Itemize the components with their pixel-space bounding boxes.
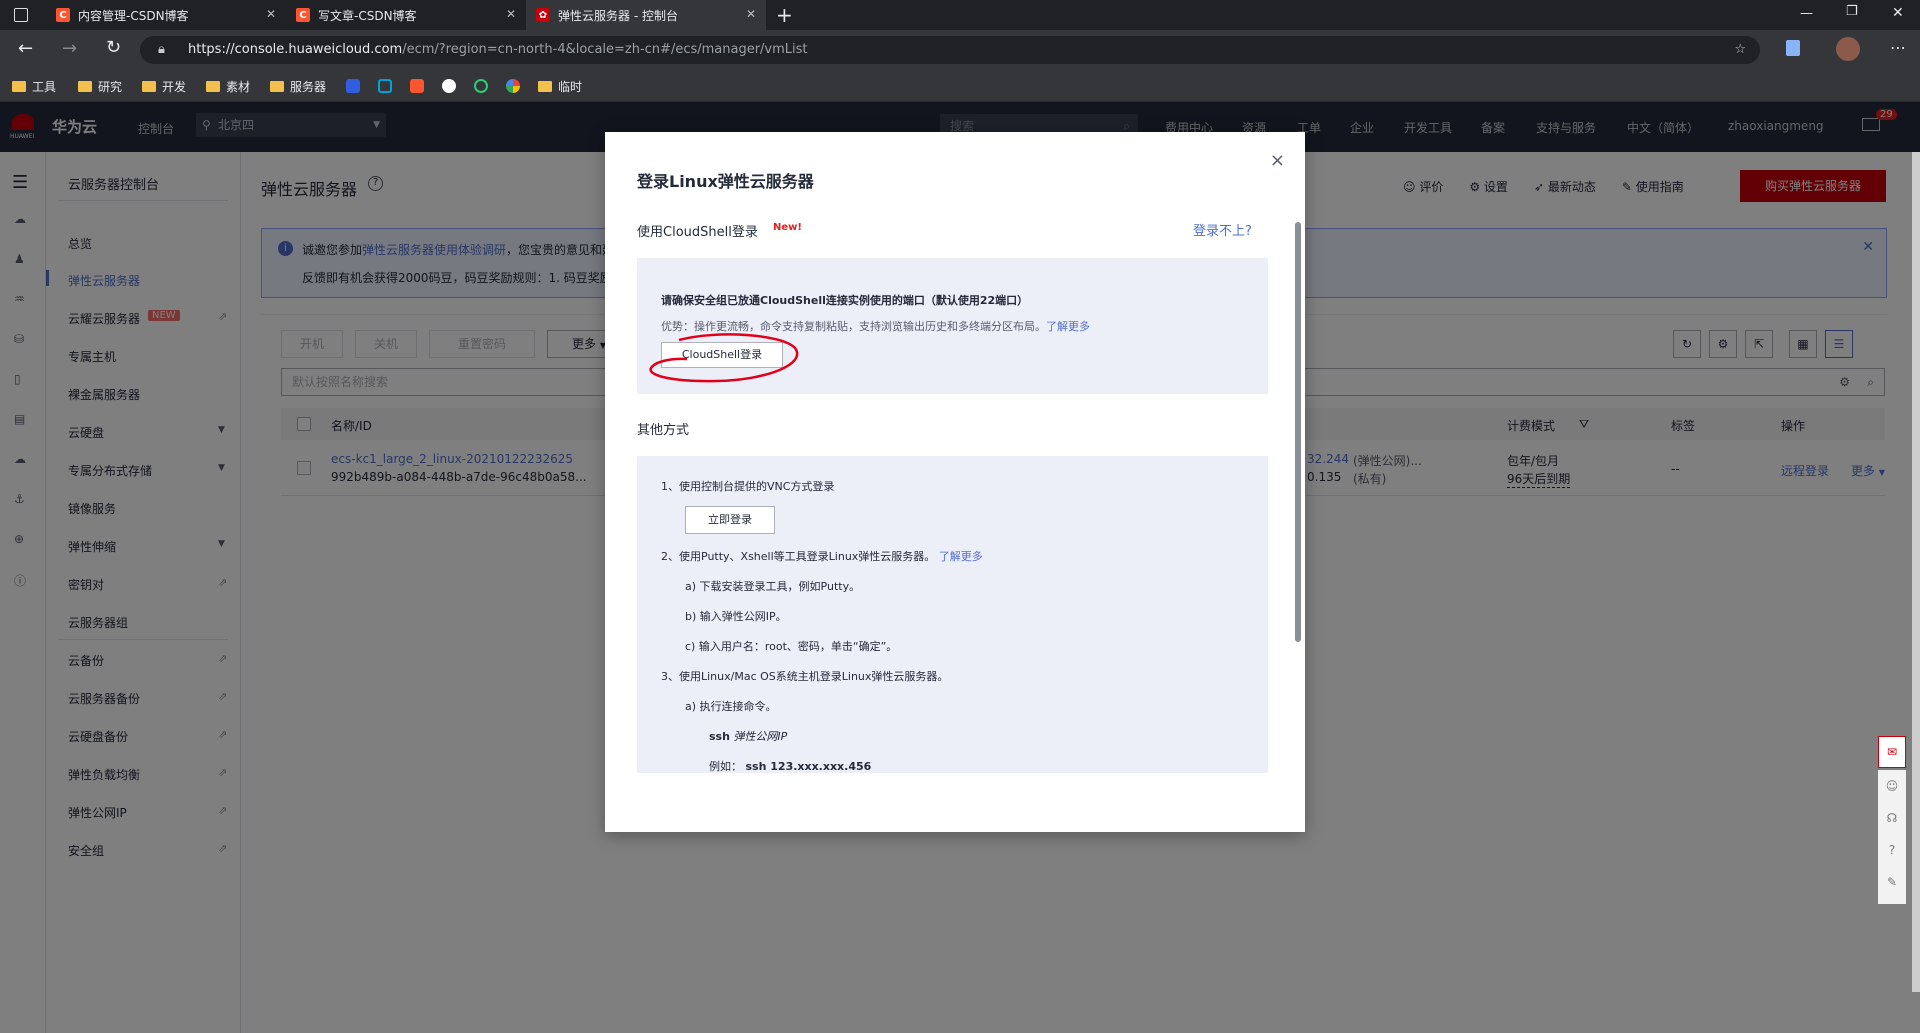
green-bookmark[interactable] [474,77,488,95]
google-bookmark[interactable] [506,77,520,95]
method-putty: 2、使用Putty、Xshell等工具登录Linux弹性云服务器。 [661,550,936,563]
example-label: 例如： [709,760,742,773]
cloudshell-panel: 请确保安全组已放通CloudShell连接实例使用的端口（默认使用22端口） 优… [637,258,1268,394]
browser-tab-active[interactable]: ✿ 弹性云服务器 - 控制台 ✕ [526,0,766,30]
vnc-login-button[interactable]: 立即登录 [685,506,775,534]
window-close-icon[interactable]: ✕ [1892,5,1904,21]
tab-title: 弹性云服务器 - 控制台 [558,8,678,23]
close-icon[interactable]: ✕ [266,7,276,21]
cloudshell-section-label: 使用CloudShell登录 [637,225,758,240]
bookmark-folder[interactable]: 素材 [206,77,250,95]
menu-dots-icon[interactable]: ⋯ [1890,38,1906,57]
ssh-step-a: a) 执行连接命令。 [685,700,777,713]
tab-title: 内容管理-CSDN博客 [78,8,189,23]
other-methods-panel: 1、使用控制台提供的VNC方式登录 立即登录 2、使用Putty、Xshell等… [637,456,1268,773]
url-host: https://console.huaweicloud.com [188,42,403,57]
csdn-bookmark[interactable] [410,77,424,95]
bookmark-label: 临时 [558,79,583,94]
bookmark-folder[interactable]: 服务器 [270,77,326,95]
refresh-green-icon [474,79,488,93]
tab-actions-icon[interactable] [14,8,28,22]
address-bar-row: ← → ↻ 🔒︎ https://console.huaweicloud.com… [0,30,1920,70]
bookmark-folder[interactable]: 临时 [538,77,582,95]
folder-icon [12,80,26,92]
back-icon[interactable]: ← [18,38,33,59]
cloudshell-heading: 请确保安全组已放通CloudShell连接实例使用的端口（默认使用22端口） [661,294,1029,307]
folder-icon [206,80,220,92]
csdn-icon: C [296,8,310,22]
maximize-icon[interactable]: ❐ [1846,4,1858,19]
csdn-icon [410,79,424,93]
question-icon[interactable]: ? [1878,834,1906,866]
putty-step-c: c) 输入用户名：root、密码，单击“确定”。 [685,640,898,653]
dialog-title: 登录Linux弹性云服务器 [637,172,814,191]
bookmark-label: 开发 [162,79,187,94]
close-icon[interactable]: ✕ [506,7,516,21]
cant-login-link[interactable]: 登录不上? [1193,220,1252,239]
putty-step-b: b) 输入弹性公网IP。 [685,610,787,623]
profile-avatar[interactable] [1836,37,1860,61]
feedback-icon[interactable]: ✉ [1878,736,1906,768]
browser-tab[interactable]: C 写文章-CSDN博客 ✕ [286,0,526,30]
save-icon[interactable] [1786,40,1800,56]
forward-icon[interactable]: → [62,38,77,59]
new-tag: New! [773,222,802,233]
bookmark-folder[interactable]: 开发 [142,77,186,95]
favorite-star-icon[interactable]: ☆ [1734,36,1746,64]
bookmark-label: 工具 [32,79,57,94]
close-icon[interactable]: × [1270,150,1285,171]
floating-toolbar: ☺ ☊ ? ✎ [1878,770,1906,904]
folder-icon [270,80,284,92]
bookmarks-bar: 工具 研究 开发 素材 服务器 临时 [0,70,1920,102]
folder-icon [538,80,552,92]
chat-icon[interactable]: ☺ [1878,770,1906,802]
github-bookmark[interactable] [442,77,456,95]
edit-icon[interactable]: ✎ [1878,866,1906,898]
bookmark-label: 研究 [98,79,123,94]
method-ssh: 3、使用Linux/Mac OS系统主机登录Linux弹性云服务器。 [661,670,949,683]
close-icon[interactable]: ✕ [746,7,756,21]
bookmark-label: 服务器 [290,79,327,94]
page-scrollbar[interactable] [1912,152,1920,992]
huawei-icon: ✿ [536,8,550,22]
cloudshell-desc: 优势：操作更流畅，命令支持复制粘贴，支持浏览输出历史和多终端分区布局。 [661,320,1046,333]
method-vnc: 1、使用控制台提供的VNC方式登录 [661,480,835,493]
github-icon [442,79,456,93]
example-command: ssh 123.xxx.xxx.456 [745,760,872,773]
tab-title: 写文章-CSDN博客 [318,8,417,23]
baidu-icon [346,79,360,93]
folder-icon [142,80,156,92]
dialog-scrollbar[interactable] [1295,222,1301,642]
baidu-bookmark[interactable] [346,77,360,95]
url-input[interactable]: 🔒︎ https://console.huaweicloud.com/ecm/?… [140,36,1760,64]
learn-more-link[interactable]: 了解更多 [939,550,983,563]
google-icon [506,79,520,93]
learn-more-link[interactable]: 了解更多 [1046,320,1090,333]
bilibili-bookmark[interactable] [378,77,392,95]
putty-step-a: a) 下载安装登录工具，例如Putty。 [685,580,861,593]
browser-tab-bar: C 内容管理-CSDN博客 ✕ C 写文章-CSDN博客 ✕ ✿ 弹性云服务器 - 控制台… [0,0,1920,30]
new-tab-button[interactable]: + [776,3,793,27]
other-methods-label: 其他方式 [637,423,690,438]
bookmark-folder[interactable]: 工具 [12,77,56,95]
folder-icon [78,80,92,92]
bilibili-icon [378,79,392,93]
browser-tab[interactable]: C 内容管理-CSDN博客 ✕ [46,0,286,30]
lock-icon: 🔒︎ [158,42,165,57]
service-icon[interactable]: ☊ [1878,802,1906,834]
bookmark-folder[interactable]: 研究 [78,77,122,95]
login-dialog: 登录Linux弹性云服务器 × 使用CloudShell登录 New! 登录不上… [605,132,1305,832]
ssh-command-arg: 弹性公网IP [733,730,788,743]
csdn-icon: C [56,8,70,22]
url-path: /ecm/?region=cn-north-4&locale=zh-cn#/ec… [402,42,808,57]
minimize-icon[interactable]: — [1800,6,1813,21]
ssh-command: ssh [709,730,730,743]
red-circle-annotation [649,333,799,383]
reload-icon[interactable]: ↻ [106,37,121,58]
bookmark-label: 素材 [226,79,251,94]
